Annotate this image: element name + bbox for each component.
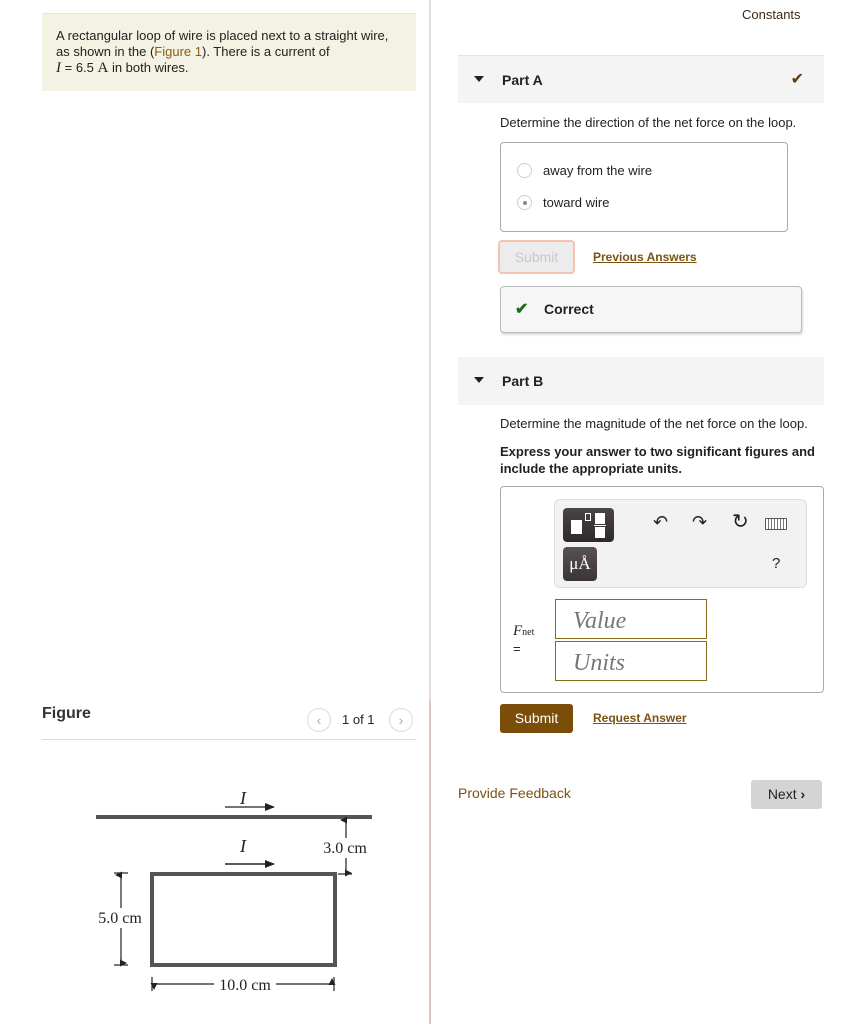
keyboard-icon[interactable] <box>765 518 787 530</box>
next-button[interactable]: Next › <box>751 780 822 809</box>
provide-feedback-link[interactable]: Provide Feedback <box>458 785 571 801</box>
equals-sign: = <box>513 641 521 656</box>
previous-answers-link[interactable]: Previous Answers <box>593 250 697 264</box>
figure-diagram: I I 3.0 cm 5.0 cm 10.0 cm <box>92 788 376 994</box>
figure-pager: 1 of 1 <box>342 712 375 727</box>
current-unit: A <box>97 60 109 76</box>
current-label-top: I <box>239 788 247 808</box>
part-b-header[interactable]: Part B <box>458 357 824 405</box>
constants-link[interactable]: Constants <box>742 7 801 22</box>
templates-icon[interactable] <box>563 508 614 542</box>
checkmark-icon: ✔ <box>790 71 804 88</box>
redo-icon[interactable]: ↷ <box>692 512 707 532</box>
width-label: 10.0 cm <box>219 977 271 994</box>
figure-prev-button[interactable]: ‹ <box>307 708 331 732</box>
correct-checkmark-icon: ✔ <box>515 301 529 318</box>
radio-toward-wire[interactable] <box>517 195 532 210</box>
current-value: = 6.5 <box>61 60 98 75</box>
figure-link[interactable]: Figure 1 <box>154 44 202 59</box>
units-input[interactable] <box>555 641 707 681</box>
part-b-instruction: Express your answer to two significant f… <box>500 444 815 476</box>
units-button[interactable]: μÅ <box>563 547 597 581</box>
part-b-question: Determine the magnitude of the net force… <box>500 416 808 431</box>
next-label: Next <box>767 786 797 802</box>
part-a-options: away from the wire toward wire <box>500 142 788 232</box>
math-toolbar: μÅ ↶ ↷ ↻ ? <box>554 499 807 588</box>
chevron-left-icon: ‹ <box>316 712 322 728</box>
figure-title: Figure <box>42 705 91 722</box>
option-label: toward wire <box>543 195 610 210</box>
fnet-label: Fnet <box>513 622 534 642</box>
variable-symbol: F <box>513 623 523 639</box>
option-toward-wire[interactable]: toward wire <box>517 195 609 210</box>
pane-divider-handle[interactable] <box>429 700 431 1024</box>
chevron-right-icon: › <box>800 786 806 802</box>
variable-subscript: net <box>522 627 535 638</box>
request-answer-link[interactable]: Request Answer <box>593 711 687 725</box>
option-away-from-wire[interactable]: away from the wire <box>517 163 652 178</box>
figure-header: Figure ‹ 1 of 1 › <box>42 704 416 740</box>
part-a-submit-button[interactable]: Submit <box>498 240 575 274</box>
figure-next-button[interactable]: › <box>389 708 413 732</box>
part-b-submit-button[interactable]: Submit <box>500 704 573 733</box>
part-a-title: Part A <box>502 72 543 88</box>
help-button[interactable]: ? <box>772 555 780 572</box>
answer-box: μÅ ↶ ↷ ↻ ? Fnet = <box>500 486 824 693</box>
part-b-title: Part B <box>502 373 544 389</box>
radio-away-from-wire[interactable] <box>517 163 532 178</box>
chevron-right-icon: › <box>398 712 404 728</box>
current-label-loop: I <box>239 836 247 856</box>
left-pane: A rectangular loop of wire is placed nex… <box>0 0 428 1024</box>
caret-down-icon <box>474 377 484 383</box>
option-label: away from the wire <box>543 163 653 178</box>
part-a-question: Determine the direction of the net force… <box>500 115 797 130</box>
undo-icon[interactable]: ↶ <box>653 512 668 532</box>
wire-loop <box>150 872 337 967</box>
part-a-header[interactable]: Part A ✔ <box>458 55 824 103</box>
reset-icon[interactable]: ↻ <box>732 512 749 532</box>
value-input[interactable] <box>555 599 707 639</box>
separation-label: 3.0 cm <box>323 840 367 857</box>
problem-text-3: in both wires. <box>108 60 189 75</box>
height-label: 5.0 cm <box>98 910 142 927</box>
feedback-label: Correct <box>544 301 594 317</box>
problem-text-2: ). There is a current of <box>201 44 330 59</box>
problem-statement: A rectangular loop of wire is placed nex… <box>42 13 416 91</box>
part-a-feedback: ✔ Correct <box>500 286 802 333</box>
caret-down-icon <box>474 76 484 82</box>
